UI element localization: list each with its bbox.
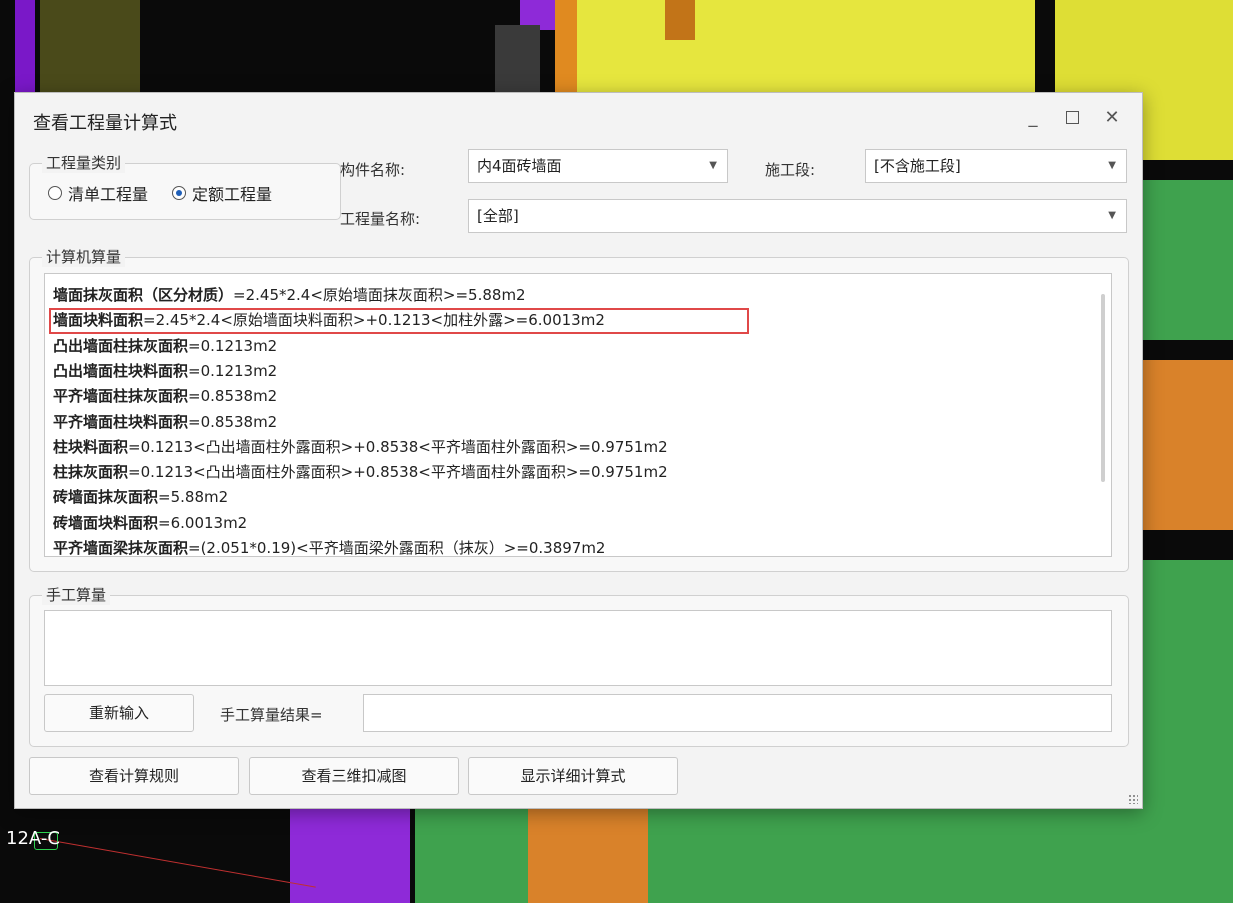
dialog-title: 查看工程量计算式 — [33, 113, 177, 134]
vertical-scrollbar[interactable] — [1101, 294, 1105, 482]
maximize-icon[interactable] — [1061, 107, 1083, 129]
quantity-type-legend: 工程量类别 — [42, 152, 126, 173]
calc-line-formula: =5.88m2 — [158, 488, 229, 507]
viewport-yellow-slab — [565, 0, 1035, 105]
calc-line[interactable]: 柱抹灰面积=0.1213<凸出墙面柱外露面积>+0.8538<平齐墙面柱外露面积… — [53, 460, 668, 484]
stage-select[interactable]: [不含施工段] ▼ — [865, 149, 1127, 183]
calc-line[interactable]: 凸出墙面柱抹灰面积=0.1213m2 — [53, 334, 277, 358]
radio-quota-quantity-label: 定额工程量 — [192, 185, 273, 204]
manual-result-label: 手工算量结果= — [220, 706, 323, 724]
calc-formula-list[interactable]: 墙面抹灰面积（区分材质）=2.45*2.4<原始墙面抹灰面积>=5.88m2 墙面… — [44, 273, 1112, 557]
quantity-name-select[interactable]: [全部] ▼ — [468, 199, 1127, 233]
calc-line-formula: =2.45*2.4<原始墙面抹灰面积>=5.88m2 — [233, 286, 526, 304]
calc-line[interactable]: 凸出墙面柱块料面积=0.1213m2 — [53, 359, 277, 383]
calc-line-formula: =0.1213<凸出墙面柱外露面积>+0.8538<平齐墙面柱外露面积>=0.9… — [128, 463, 668, 482]
calc-line-name: 凸出墙面柱抹灰面积 — [53, 336, 189, 355]
manual-calc-legend: 手工算量 — [42, 584, 111, 605]
viewport-orange-column — [555, 0, 577, 105]
calc-line-name: 柱块料面积 — [53, 437, 129, 456]
computer-calc-legend: 计算机算量 — [42, 246, 126, 267]
reinput-button[interactable]: 重新输入 — [44, 694, 194, 732]
chevron-down-icon: ▼ — [1108, 210, 1116, 221]
radio-bill-quantity[interactable]: 清单工程量 — [48, 181, 148, 205]
radio-checked-icon — [172, 186, 187, 200]
calc-line-formula: =(2.051*0.19)<平齐墙面梁外露面积（抹灰）>=0.3897m2 — [188, 539, 606, 557]
viewport-green-wall — [1140, 180, 1233, 340]
calc-line-name: 墙面块料面积 — [53, 311, 144, 330]
viewport-green-floor — [415, 808, 1140, 903]
viewport-purple-column-bottom — [290, 808, 410, 903]
calc-line-formula: =2.45*2.4<原始墙面块料面积>+0.1213<加柱外露>=6.0013m… — [143, 311, 605, 330]
viewport-wall-left — [40, 0, 140, 95]
view-3d-deduction-button[interactable]: 查看三维扣减图 — [249, 757, 459, 795]
viewport-green-wall-2 — [1140, 560, 1233, 903]
calc-line-formula: =0.1213m2 — [188, 336, 278, 355]
resize-grip-icon[interactable] — [1128, 794, 1138, 804]
calc-line[interactable]: 平齐墙面柱块料面积=0.8538m2 — [53, 410, 277, 434]
calc-line[interactable]: 平齐墙面柱抹灰面积=0.8538m2 — [53, 384, 277, 408]
chevron-down-icon: ▼ — [709, 160, 717, 171]
stage-value: [不含施工段] — [874, 157, 961, 175]
stage-label: 施工段: — [765, 161, 816, 179]
component-name-label: 构件名称: — [340, 161, 406, 179]
manual-formula-input[interactable] — [44, 610, 1112, 686]
calc-line-name: 墙面抹灰面积（区分材质） — [53, 286, 234, 304]
radio-unchecked-icon — [48, 186, 62, 200]
show-detail-formula-button[interactable]: 显示详细计算式 — [468, 757, 678, 795]
viewport-orange-wall — [1140, 360, 1233, 530]
minimize-icon[interactable]: _ — [1022, 107, 1044, 129]
viewport-orange-column-bottom — [528, 808, 648, 903]
calc-line-formula: =0.8538m2 — [188, 412, 278, 431]
radio-quota-quantity[interactable]: 定额工程量 — [172, 181, 272, 205]
dialog-titlebar[interactable]: 查看工程量计算式 _ ✕ — [15, 93, 1142, 145]
calc-line-formula: =0.8538m2 — [188, 387, 278, 406]
viewport-axis-label: 12A-C — [6, 828, 60, 849]
computer-calc-group: 计算机算量 墙面抹灰面积（区分材质）=2.45*2.4<原始墙面抹灰面积>=5.… — [29, 246, 1129, 572]
view-calc-rules-button[interactable]: 查看计算规则 — [29, 757, 239, 795]
calc-line-formula: =6.0013m2 — [158, 513, 248, 532]
chevron-down-icon: ▼ — [1108, 160, 1116, 171]
calc-line-formula: =0.1213<凸出墙面柱外露面积>+0.8538<平齐墙面柱外露面积>=0.9… — [128, 437, 668, 456]
component-name-select[interactable]: 内4面砖墙面 ▼ — [468, 149, 728, 183]
manual-result-input[interactable] — [363, 694, 1112, 732]
calc-line[interactable]: 平齐墙面梁抹灰面积=(2.051*0.19)<平齐墙面梁外露面积（抹灰）>=0.… — [53, 536, 606, 557]
radio-bill-quantity-label: 清单工程量 — [68, 185, 149, 204]
viewport-purple-column — [15, 0, 35, 95]
component-name-value: 内4面砖墙面 — [477, 157, 562, 175]
calc-line-name: 砖墙面抹灰面积 — [53, 488, 159, 507]
calc-line[interactable]: 砖墙面块料面积=6.0013m2 — [53, 511, 247, 535]
calc-line-name: 柱抹灰面积 — [53, 463, 129, 482]
quantity-name-value: [全部] — [477, 207, 519, 225]
view-quantity-formula-dialog: 查看工程量计算式 _ ✕ 工程量类别 清单工程量 定额工程量 构件名称: 内4面… — [14, 92, 1143, 809]
manual-calc-group: 手工算量 重新输入 手工算量结果= — [29, 584, 1129, 747]
calc-line-name: 平齐墙面梁抹灰面积 — [53, 539, 189, 557]
calc-line[interactable]: 砖墙面抹灰面积=5.88m2 — [53, 485, 228, 509]
calc-line[interactable]: 墙面抹灰面积（区分材质）=2.45*2.4<原始墙面抹灰面积>=5.88m2 — [53, 283, 526, 307]
calc-line[interactable]: 墙面块料面积=2.45*2.4<原始墙面块料面积>+0.1213<加柱外露>=6… — [53, 308, 605, 332]
calc-line-name: 砖墙面块料面积 — [53, 513, 159, 532]
quantity-type-group: 工程量类别 清单工程量 定额工程量 — [29, 152, 341, 220]
calc-line-name: 平齐墙面柱块料面积 — [53, 412, 189, 431]
calc-line-formula: =0.1213m2 — [188, 361, 278, 380]
quantity-name-label: 工程量名称: — [340, 210, 421, 228]
viewport-orange-column-2 — [665, 0, 695, 40]
calc-line-name: 平齐墙面柱抹灰面积 — [53, 387, 189, 406]
close-icon[interactable]: ✕ — [1101, 107, 1123, 129]
viewport-axis-line — [39, 838, 316, 888]
calc-line-name: 凸出墙面柱块料面积 — [53, 361, 189, 380]
calc-line[interactable]: 柱块料面积=0.1213<凸出墙面柱外露面积>+0.8538<平齐墙面柱外露面积… — [53, 435, 668, 459]
